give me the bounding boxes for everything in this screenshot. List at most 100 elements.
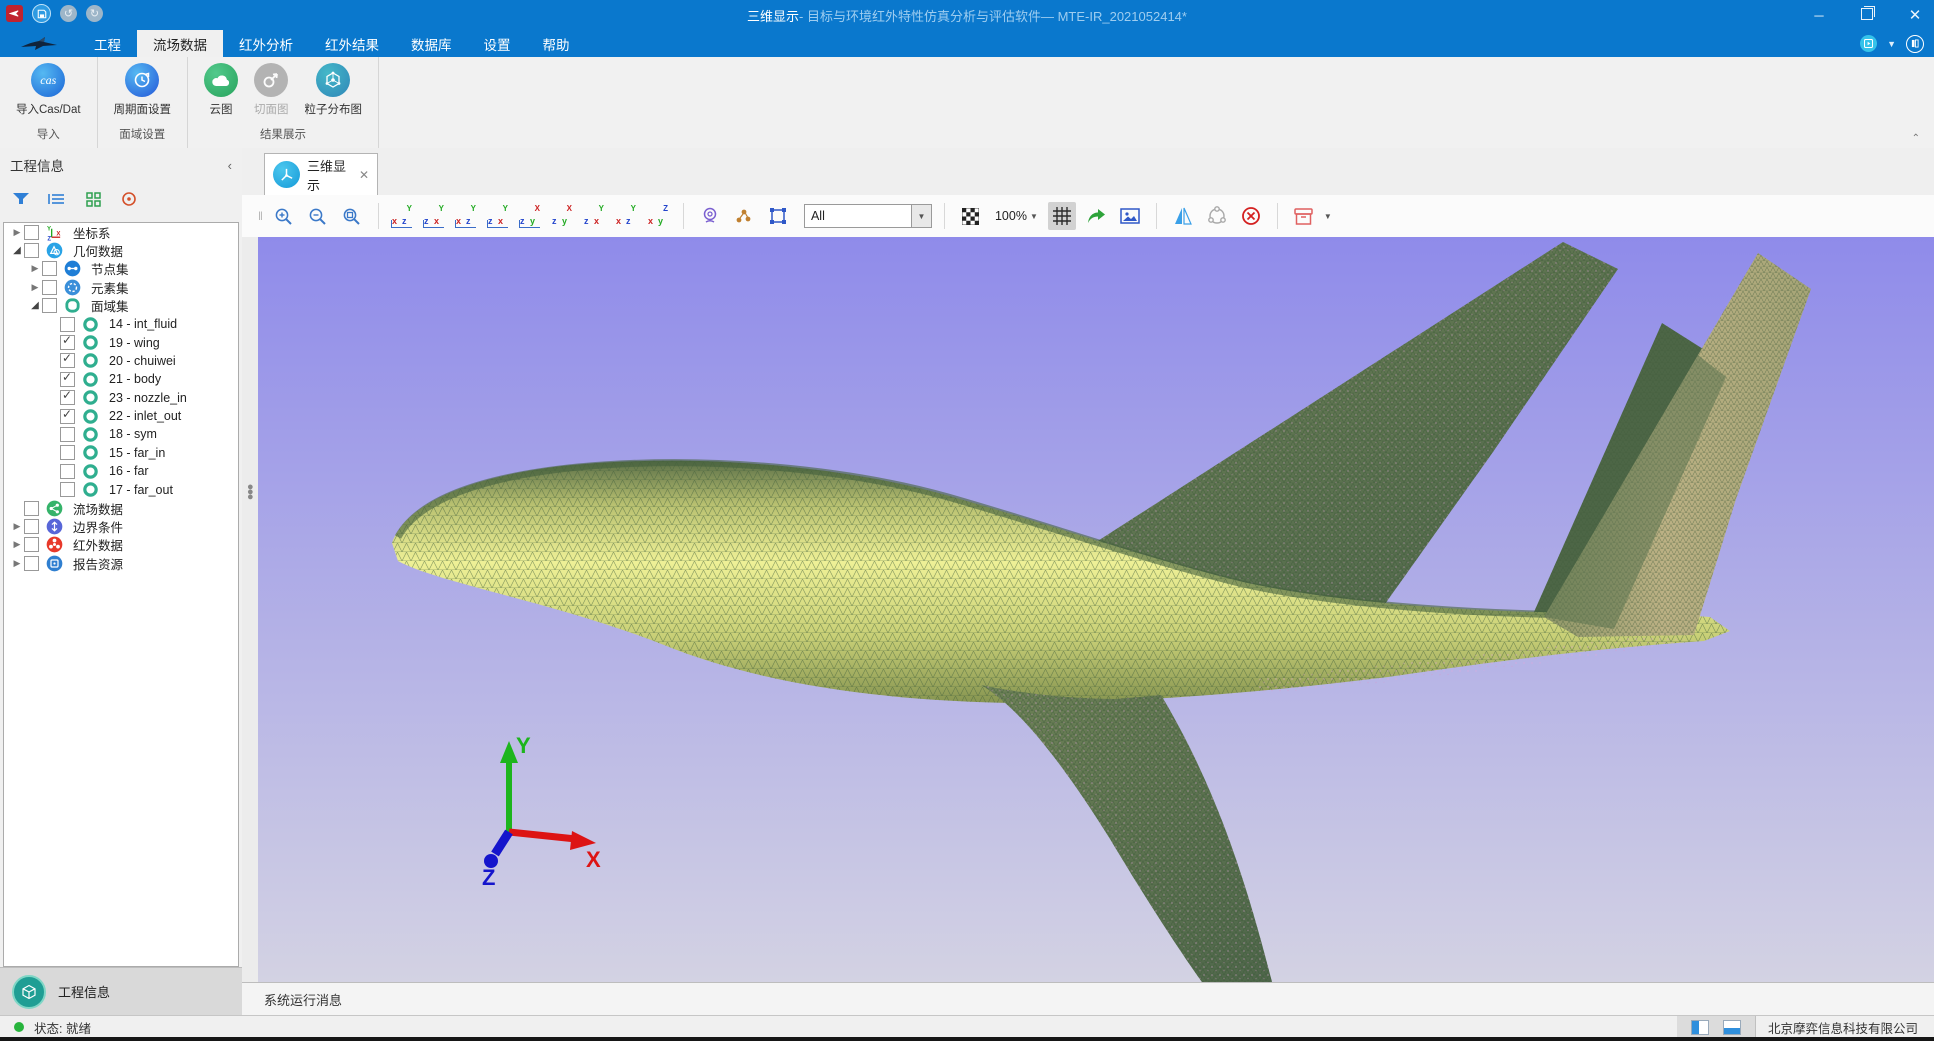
- splitter[interactable]: ●●●: [242, 237, 258, 982]
- tree-expander-collapsed-icon[interactable]: ▶: [28, 282, 42, 293]
- menu-item-2[interactable]: 红外分析: [223, 30, 309, 57]
- periodic-copy-button[interactable]: [1203, 202, 1231, 230]
- tree-checkbox[interactable]: [24, 225, 39, 240]
- tree-row[interactable]: 流场数据: [4, 499, 238, 517]
- tree-expander-collapsed-icon[interactable]: ▶: [10, 558, 24, 569]
- tree-row[interactable]: ▶红外数据: [4, 536, 238, 554]
- menu-item-1[interactable]: 流场数据: [137, 30, 223, 57]
- locate-button[interactable]: [118, 188, 140, 210]
- zoom-fit-button[interactable]: [338, 202, 366, 230]
- view-orientation-zx-icon-6[interactable]: Yzx: [583, 204, 607, 228]
- zoom-out-button[interactable]: [304, 202, 332, 230]
- zoom-level-dropdown[interactable]: 100% ▼: [991, 209, 1042, 223]
- list-view-button[interactable]: [46, 188, 68, 210]
- menu-item-5[interactable]: 设置: [468, 30, 527, 57]
- opacity-button[interactable]: [957, 202, 985, 230]
- tree-checkbox[interactable]: [42, 280, 57, 295]
- view-orientation-zy-icon-4[interactable]: Xzy: [519, 204, 543, 228]
- tree-expander-expanded-icon[interactable]: ◢: [28, 300, 42, 311]
- archive-caret-icon[interactable]: ▼: [1324, 212, 1332, 221]
- tree-checkbox[interactable]: [24, 243, 39, 258]
- tab-close-icon[interactable]: ✕: [359, 168, 369, 182]
- camera-view-button[interactable]: [696, 202, 724, 230]
- menu-item-3[interactable]: 红外结果: [309, 30, 395, 57]
- tree-checkbox[interactable]: [60, 464, 75, 479]
- tree-expander-collapsed-icon[interactable]: ▶: [10, 521, 24, 532]
- tree-row[interactable]: 21 - body: [4, 370, 238, 388]
- tree-row[interactable]: 19 - wing: [4, 333, 238, 351]
- ribbon-button-clock[interactable]: 周期面设置: [108, 63, 178, 126]
- tree-checkbox[interactable]: [24, 537, 39, 552]
- view-orientation-zx-icon-3[interactable]: Yzx: [487, 204, 511, 228]
- view-orientation-xy-icon-8[interactable]: Zxy: [647, 204, 671, 228]
- tree-row[interactable]: ◢几何数据: [4, 241, 238, 259]
- tree-row[interactable]: 20 - chuiwei: [4, 352, 238, 370]
- tree-checkbox[interactable]: [60, 353, 75, 368]
- tree-checkbox[interactable]: [24, 501, 39, 516]
- ribbon-collapse-chevron[interactable]: ⌃: [1912, 133, 1920, 144]
- view-orientation-xz-icon-7[interactable]: Yxz: [615, 204, 639, 228]
- minimize-button[interactable]: ─: [1808, 8, 1830, 23]
- tree-checkbox[interactable]: [60, 445, 75, 460]
- export-view-button[interactable]: [1082, 202, 1110, 230]
- message-panel-header[interactable]: 系统运行消息: [242, 982, 1934, 1015]
- tree-row[interactable]: 16 - far: [4, 462, 238, 480]
- maximize-button[interactable]: [1856, 8, 1878, 23]
- tree-checkbox[interactable]: [60, 427, 75, 442]
- tree-checkbox[interactable]: [60, 390, 75, 405]
- tree-row[interactable]: ◢面域集: [4, 297, 238, 315]
- tab-3d-view[interactable]: 三维显示 ✕: [264, 153, 378, 195]
- tree-row[interactable]: 17 - far_out: [4, 480, 238, 498]
- tree-checkbox[interactable]: [60, 482, 75, 497]
- layout-toggle-left-icon[interactable]: [1691, 1020, 1709, 1035]
- tree-expander-collapsed-icon[interactable]: ▶: [10, 227, 24, 238]
- bottom-panel-tab[interactable]: 工程信息: [0, 967, 242, 1015]
- tree-row[interactable]: ▶节点集: [4, 260, 238, 278]
- panel-collapse-button[interactable]: ‹: [228, 158, 232, 173]
- tree-checkbox[interactable]: [42, 261, 57, 276]
- view-orientation-xz-icon-0[interactable]: Yxz: [391, 204, 415, 228]
- menubar-dropdown-caret[interactable]: ▼: [1887, 39, 1896, 49]
- particle-trace-button[interactable]: [730, 202, 758, 230]
- tree-row[interactable]: 14 - int_fluid: [4, 315, 238, 333]
- menu-item-0[interactable]: 工程: [78, 30, 137, 57]
- menu-item-4[interactable]: 数据库: [395, 30, 468, 57]
- tree-checkbox[interactable]: [24, 519, 39, 534]
- layout-toggle-bottom-icon[interactable]: [1723, 1020, 1741, 1035]
- tree-row[interactable]: ▶边界条件: [4, 517, 238, 535]
- tree-row[interactable]: ▶元素集: [4, 278, 238, 296]
- ribbon-button-cas[interactable]: cas导入Cas/Dat: [10, 63, 87, 126]
- combo-dropdown-button[interactable]: ▼: [912, 204, 932, 228]
- view-orientation-zy-icon-5[interactable]: Xzy: [551, 204, 575, 228]
- ribbon-button-cloud[interactable]: 云图: [198, 63, 244, 126]
- box-select-button[interactable]: [764, 202, 792, 230]
- archive-box-button[interactable]: [1290, 202, 1318, 230]
- tree-expander-collapsed-icon[interactable]: ▶: [10, 539, 24, 550]
- tree-checkbox[interactable]: [24, 556, 39, 571]
- tree-checkbox[interactable]: [60, 335, 75, 350]
- view-orientation-xz-icon-2[interactable]: Yxz: [455, 204, 479, 228]
- screenshot-button[interactable]: [1116, 202, 1144, 230]
- help-book-button[interactable]: [1906, 35, 1924, 53]
- tree-expander-expanded-icon[interactable]: ◢: [10, 245, 24, 256]
- filter-button[interactable]: [10, 188, 32, 210]
- toolbar-drag-handle[interactable]: ‖: [258, 209, 264, 223]
- display-filter-combobox[interactable]: All ▼: [804, 204, 932, 228]
- mirror-button[interactable]: [1169, 202, 1197, 230]
- menu-item-6[interactable]: 帮助: [527, 30, 586, 57]
- view-orientation-zx-icon-1[interactable]: Yzx: [423, 204, 447, 228]
- tree-row[interactable]: ▶报告资源: [4, 554, 238, 572]
- tree-checkbox[interactable]: [60, 372, 75, 387]
- tree-expander-collapsed-icon[interactable]: ▶: [28, 263, 42, 274]
- mesh-toggle-button[interactable]: [1048, 202, 1076, 230]
- tree-checkbox[interactable]: [60, 409, 75, 424]
- tree-row[interactable]: 15 - far_in: [4, 444, 238, 462]
- tree-row[interactable]: ▶YZX坐标系: [4, 223, 238, 241]
- cancel-button[interactable]: [1237, 202, 1265, 230]
- tree-checkbox[interactable]: [60, 317, 75, 332]
- tree-row[interactable]: 22 - inlet_out: [4, 407, 238, 425]
- ribbon-button-particles[interactable]: 粒子分布图: [299, 63, 369, 126]
- grid-view-button[interactable]: [82, 188, 104, 210]
- close-button[interactable]: ✕: [1904, 6, 1926, 24]
- zoom-in-button[interactable]: [270, 202, 298, 230]
